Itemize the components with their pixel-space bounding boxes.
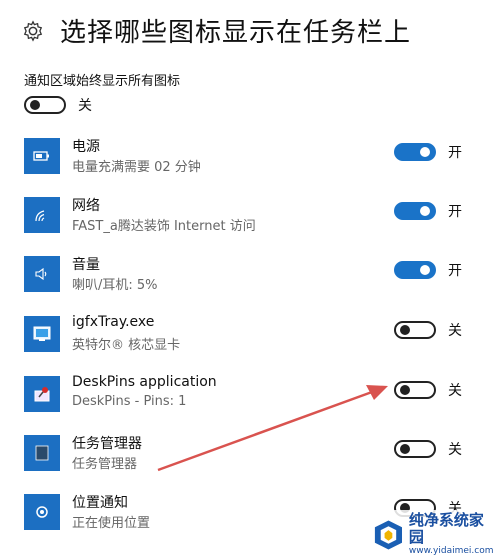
always-show-label: 通知区域始终显示所有图标 — [24, 74, 181, 89]
item-switch-row: 关 — [394, 439, 462, 459]
toggle-knob — [30, 100, 40, 110]
task-manager-icon — [24, 435, 60, 471]
list-item-deskpins: DeskPins application DeskPins - Pins: 1 … — [24, 374, 474, 424]
toggle-state: 关 — [448, 383, 462, 399]
toggle-state: 开 — [448, 204, 462, 220]
power-toggle[interactable] — [394, 143, 436, 161]
list-item-igfxtray: igfxTray.exe 英特尔® 核芯显卡 关 — [24, 314, 474, 364]
toggle-knob — [420, 206, 430, 216]
watermark-name: 纯净系统家园 — [408, 511, 484, 546]
network-toggle[interactable] — [394, 202, 436, 220]
item-switch-row: 开 — [394, 260, 462, 280]
task-manager-toggle[interactable] — [394, 440, 436, 458]
page-header: 选择哪些图标显示在任务栏上 — [22, 12, 411, 49]
item-name: 任务管理器 — [72, 436, 142, 452]
page-title: 选择哪些图标显示在任务栏上 — [60, 18, 412, 48]
toggle-knob — [420, 265, 430, 275]
toggle-knob — [400, 444, 410, 454]
speaker-icon — [24, 256, 60, 292]
toggle-knob — [400, 385, 410, 395]
list-item-network: 网络 FAST_a腾达装饰 Internet 访问 开 — [24, 197, 474, 245]
item-subtitle: FAST_a腾达装饰 Internet 访问 — [72, 219, 256, 234]
intel-graphics-icon — [24, 316, 60, 352]
item-switch-row: 关 — [394, 320, 462, 340]
item-subtitle: 英特尔® 核芯显卡 — [72, 338, 181, 353]
always-show-state: 关 — [78, 98, 92, 114]
watermark-logo: 纯净系统家园 www.yidaimei.com — [368, 510, 500, 559]
deskpins-toggle[interactable] — [394, 381, 436, 399]
item-name: DeskPins application — [72, 374, 217, 390]
toggle-knob — [400, 325, 410, 335]
pin-icon — [24, 376, 60, 412]
always-show-toggle[interactable] — [24, 96, 66, 114]
location-icon — [24, 494, 60, 530]
item-name: 电源 — [72, 139, 100, 155]
item-subtitle: 正在使用位置 — [72, 516, 151, 531]
list-item-task-manager: 任务管理器 任务管理器 关 — [24, 435, 474, 483]
toggle-state: 开 — [448, 263, 462, 279]
item-name: 位置通知 — [72, 495, 128, 511]
item-name: igfxTray.exe — [72, 314, 155, 330]
item-switch-row: 开 — [394, 201, 462, 221]
gear-icon — [23, 19, 43, 42]
volume-toggle[interactable] — [394, 261, 436, 279]
toggle-state: 开 — [448, 145, 462, 161]
wifi-icon — [24, 197, 60, 233]
item-name: 音量 — [72, 257, 100, 273]
watermark-url: www.yidaimei.com — [408, 546, 494, 556]
item-name: 网络 — [72, 198, 100, 214]
list-item-volume: 音量 喇叭/耳机: 5% 开 — [24, 256, 474, 304]
item-subtitle: 任务管理器 — [72, 457, 138, 472]
list-item-power: 电源 电量充满需要 02 分钟 开 — [24, 138, 474, 186]
item-switch-row: 关 — [394, 380, 462, 400]
item-subtitle: 喇叭/耳机: 5% — [72, 278, 158, 293]
watermark-logo-mark — [374, 519, 403, 550]
toggle-state: 关 — [448, 442, 462, 458]
toggle-state: 关 — [448, 323, 462, 339]
item-subtitle: DeskPins - Pins: 1 — [72, 394, 187, 409]
always-show-toggle-row: 关 — [24, 95, 92, 115]
item-switch-row: 开 — [394, 142, 462, 162]
toggle-knob — [420, 147, 430, 157]
item-subtitle: 电量充满需要 02 分钟 — [72, 160, 201, 175]
battery-icon — [24, 138, 60, 174]
igfxtray-toggle[interactable] — [394, 321, 436, 339]
